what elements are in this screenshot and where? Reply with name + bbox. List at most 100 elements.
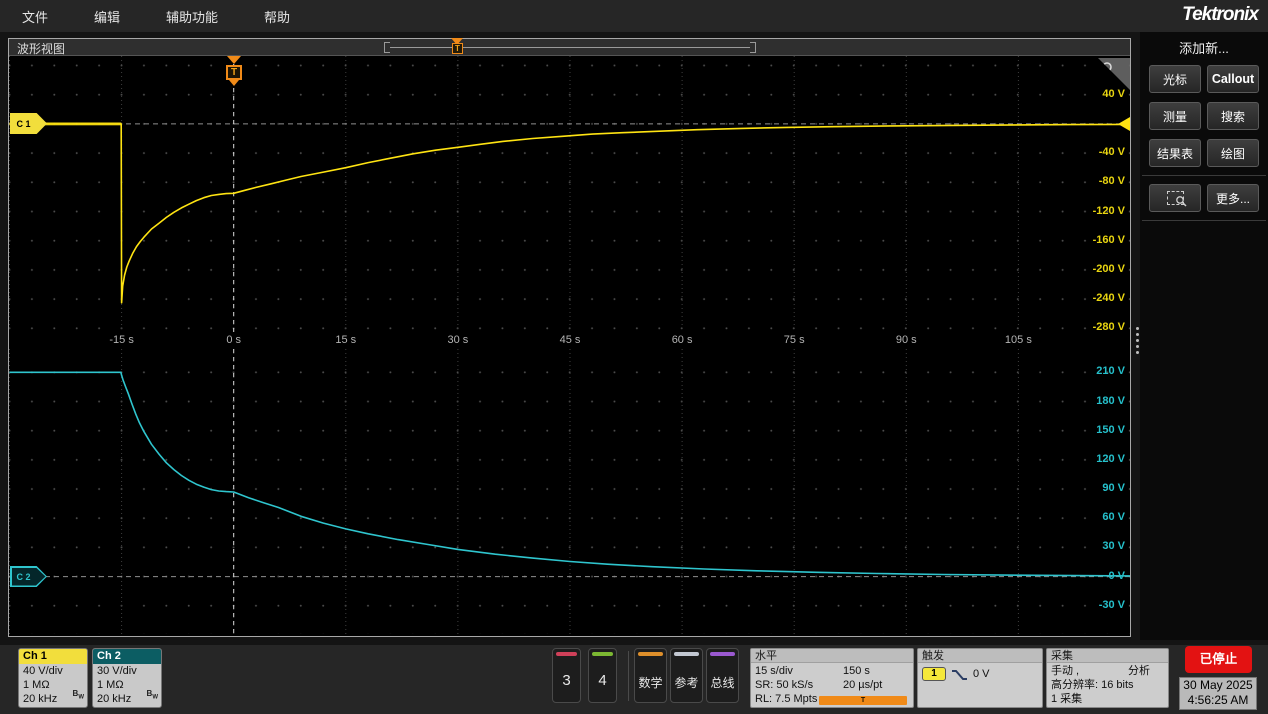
- acq-count: 1 采集: [1051, 692, 1164, 706]
- minimap-track: [390, 47, 750, 48]
- ch1-plot-svg: [9, 56, 1130, 332]
- falling-edge-icon: [951, 668, 968, 681]
- y-tick-label: 60 V: [1102, 511, 1125, 523]
- trigger-mini-icon: T: [819, 696, 907, 705]
- add-new-title: 添加新...: [1140, 38, 1268, 57]
- callout-button[interactable]: Callout: [1207, 65, 1259, 93]
- menu-bar: 文件 编辑 辅助功能 帮助 Tektronix: [0, 0, 1268, 32]
- acquisition-panel[interactable]: 采集 手动 , 分析 高分辨率: 16 bits 1 采集: [1046, 648, 1169, 708]
- waveform-slice-ch1[interactable]: T C 1 40 V-40 V-80 V-120 V-160 V-200 V-2…: [9, 56, 1130, 332]
- record-length: RL: 7.5 Mpts: [755, 692, 819, 708]
- trigger-panel[interactable]: 触发 1 0 V: [917, 648, 1043, 708]
- area-zoom-button[interactable]: [1149, 184, 1201, 212]
- horizontal-window: 150 s: [843, 664, 870, 678]
- x-tick-label: 90 s: [884, 334, 928, 346]
- y-tick-label: 30 V: [1102, 540, 1125, 552]
- minimap-trigger-marker[interactable]: T: [452, 43, 463, 54]
- stopped-button[interactable]: 已停止: [1185, 646, 1252, 673]
- trigger-position-marker[interactable]: T: [226, 56, 242, 86]
- acq-mode: 手动 ,: [1051, 664, 1079, 678]
- time-text: 4:56:25 AM: [1180, 693, 1256, 708]
- ch1-settings-badge[interactable]: Ch 1 40 V/div 1 MΩ 20 kHz BW: [18, 648, 88, 708]
- y-tick-label: 210 V: [1096, 365, 1125, 377]
- ch2-plot-svg: [9, 349, 1130, 634]
- settings-bar: Ch 1 40 V/div 1 MΩ 20 kHz BW Ch 2 30 V/d…: [0, 645, 1268, 714]
- trigger-source-badge: 1: [922, 667, 946, 681]
- slice-divider-handle[interactable]: [1136, 327, 1139, 354]
- y-tick-label: -200 V: [1093, 263, 1125, 275]
- ref-color-stripe: [674, 652, 699, 656]
- tektronix-logo: Tektronix: [1182, 4, 1258, 26]
- ch1-scale: 40 V/div: [23, 664, 83, 678]
- math-button[interactable]: 数学: [634, 648, 667, 703]
- horizontal-scale: 15 s/div: [755, 664, 843, 678]
- trigger-level: 0 V: [973, 667, 990, 681]
- datetime-display: 30 May 2025 4:56:25 AM: [1179, 677, 1257, 710]
- y-tick-label: -120 V: [1093, 205, 1125, 217]
- horizontal-resolution: 20 µs/pt: [843, 678, 882, 692]
- trigger-point-icon: [229, 80, 239, 86]
- waveform-titlebar: 波形视图 T: [9, 39, 1130, 56]
- ch4-color-stripe: [592, 652, 613, 656]
- menu-help[interactable]: 帮助: [250, 7, 304, 26]
- minimap-right-bracket[interactable]: [750, 42, 756, 53]
- y-tick-label: -80 V: [1099, 175, 1125, 187]
- cursor-button[interactable]: 光标: [1149, 65, 1201, 93]
- date-text: 30 May 2025: [1180, 678, 1256, 693]
- search-button[interactable]: 搜索: [1207, 102, 1259, 130]
- y-tick-label: -160 V: [1093, 234, 1125, 246]
- acquisition-title: 采集: [1047, 649, 1168, 663]
- menu-edit[interactable]: 编辑: [80, 7, 134, 26]
- area-zoom-icon: [1167, 191, 1184, 205]
- ch4-button[interactable]: 4: [588, 648, 617, 703]
- x-tick-label: 45 s: [548, 334, 592, 346]
- y-tick-label: -240 V: [1093, 292, 1125, 304]
- bandwidth-limit-icon: BW: [147, 687, 158, 705]
- y-tick-label: -30 V: [1099, 599, 1125, 611]
- acq-analyze: 分析: [1128, 664, 1150, 678]
- y-tick-label: 0 V: [1108, 570, 1125, 582]
- y-tick-label: -40 V: [1099, 146, 1125, 158]
- minimap-left-bracket[interactable]: [384, 42, 390, 53]
- more-button[interactable]: 更多...: [1207, 184, 1259, 212]
- y-tick-label: 90 V: [1102, 482, 1125, 494]
- sidebar-divider: [1142, 220, 1266, 221]
- add-new-sidebar: 添加新... 光标 Callout 测量 搜索 结果表 绘图 更多...: [1140, 32, 1268, 640]
- menu-accessibility[interactable]: 辅助功能: [152, 7, 232, 26]
- trigger-t-icon: T: [226, 65, 242, 80]
- ch3-color-stripe: [556, 652, 577, 656]
- y-tick-label: 40 V: [1102, 88, 1125, 100]
- waveform-slice-ch2[interactable]: C 2 210 V180 V150 V120 V90 V60 V30 V0 V-…: [9, 349, 1130, 634]
- bus-button[interactable]: 总线: [706, 648, 739, 703]
- plot-button[interactable]: 绘图: [1207, 139, 1259, 167]
- bus-color-stripe: [710, 652, 735, 656]
- x-tick-label: 105 s: [996, 334, 1040, 346]
- horizontal-position: T20%: [819, 692, 909, 708]
- x-tick-label: 15 s: [324, 334, 368, 346]
- ch3-button[interactable]: 3: [552, 648, 581, 703]
- acq-resolution: 高分辨率: 16 bits: [1051, 678, 1164, 692]
- menu-file[interactable]: 文件: [8, 7, 62, 26]
- waveform-trace-ch1: [10, 124, 1131, 303]
- ch1-badge-title: Ch 1: [19, 649, 87, 664]
- horizontal-panel[interactable]: 水平 15 s/div150 s SR: 50 kS/s20 µs/pt RL:…: [750, 648, 914, 708]
- x-tick-label: -15 s: [100, 334, 144, 346]
- horizontal-position-minimap[interactable]: T: [384, 39, 756, 56]
- trigger-triangle-icon: [227, 56, 241, 64]
- sample-rate: SR: 50 kS/s: [755, 678, 843, 692]
- oscilloscope-app: 文件 编辑 辅助功能 帮助 Tektronix 波形视图 T T: [0, 0, 1268, 714]
- ch1-level-arrow-icon[interactable]: [1118, 117, 1130, 131]
- ch2-settings-badge[interactable]: Ch 2 30 V/div 1 MΩ 20 kHz BW: [92, 648, 162, 708]
- x-tick-label: 75 s: [772, 334, 816, 346]
- horizontal-title: 水平: [751, 649, 913, 663]
- x-tick-label: 30 s: [436, 334, 480, 346]
- ch2-badge-title: Ch 2: [93, 649, 161, 664]
- x-tick-label: 0 s: [212, 334, 256, 346]
- bottombar-separator: [628, 651, 629, 701]
- waveform-view-window: 波形视图 T T C 1: [8, 38, 1131, 637]
- results-table-button[interactable]: 结果表: [1149, 139, 1201, 167]
- trigger-title: 触发: [918, 649, 1042, 663]
- measure-button[interactable]: 测量: [1149, 102, 1201, 130]
- ref-button[interactable]: 参考: [670, 648, 703, 703]
- y-tick-label: 180 V: [1096, 395, 1125, 407]
